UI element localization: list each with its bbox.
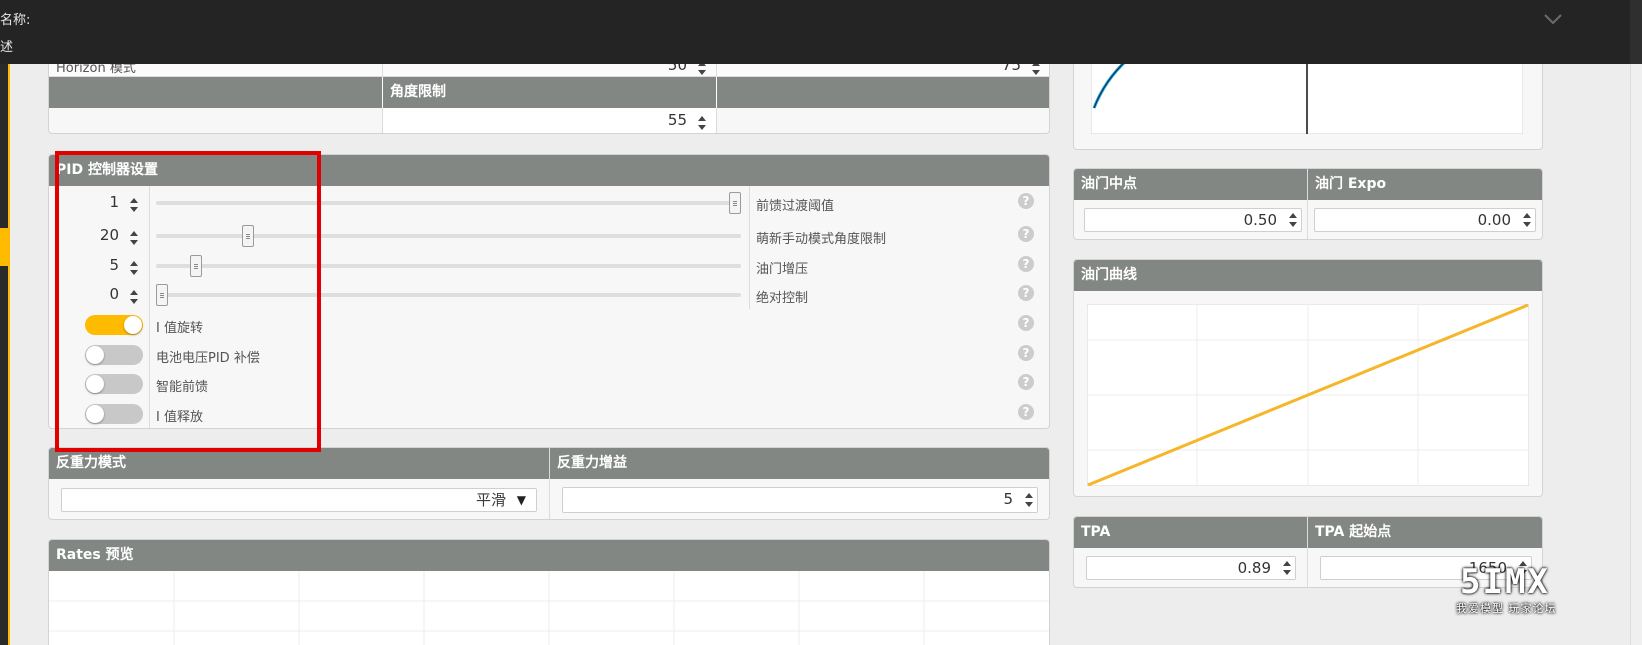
rates-preview-canvas xyxy=(49,571,1049,645)
pid-slider-label: 萌新手动模式角度限制 xyxy=(756,232,887,247)
pid-slider-label: 绝对控制 xyxy=(756,291,809,306)
throttle-mid-expo-panel: 油门中点 油门 Expo 0.50 0.00 xyxy=(1073,168,1543,240)
throttle-mid-input[interactable]: 0.50 xyxy=(1084,208,1302,232)
spin-arrows-icon[interactable] xyxy=(1288,212,1298,228)
angle-header-divider-1 xyxy=(382,77,383,108)
pid-right-divider xyxy=(749,186,750,309)
throttle-expo-value: 0.00 xyxy=(1477,211,1511,229)
spin-arrows-icon[interactable] xyxy=(1522,212,1532,228)
help-icon[interactable]: ? xyxy=(1018,374,1034,390)
name-label: 名称: xyxy=(0,13,31,28)
help-icon[interactable]: ? xyxy=(1018,345,1034,361)
nav-active-indicator[interactable] xyxy=(0,228,10,266)
tpa-divider xyxy=(1307,517,1308,587)
help-icon[interactable]: ? xyxy=(1018,256,1034,272)
pid-slider-thumb[interactable] xyxy=(729,192,741,214)
spin-arrows-icon[interactable] xyxy=(1024,492,1034,508)
rates-preview-panel: Rates 预览 xyxy=(48,539,1050,645)
antigravity-panel: 反重力模式 反重力增益 平滑 ▼ 5 xyxy=(48,447,1050,520)
description-label: 述 xyxy=(0,40,14,55)
dropdown-arrow-icon[interactable]: ▼ xyxy=(517,489,526,511)
angle-limit-input[interactable]: 55 xyxy=(609,111,706,130)
antigravity-gain-input[interactable]: 5 xyxy=(562,487,1038,513)
pid-slider-label: 油门增压 xyxy=(756,262,809,277)
help-icon[interactable]: ? xyxy=(1018,404,1034,420)
watermark-logo: 5IMX xyxy=(1460,562,1550,602)
throttle-curve-chart xyxy=(1087,304,1529,486)
help-icon[interactable]: ? xyxy=(1018,193,1034,209)
highlight-box xyxy=(55,151,321,452)
left-nav xyxy=(0,64,10,645)
top-scrollbar[interactable] xyxy=(1630,0,1642,64)
antigravity-mode-header: 反重力模式 xyxy=(49,448,549,479)
chevron-down-icon[interactable] xyxy=(1542,8,1564,30)
antigravity-divider xyxy=(549,448,550,519)
antigravity-gain-header: 反重力增益 xyxy=(550,448,1049,479)
top-bar: 名称: 述 xyxy=(0,0,1642,64)
throttle-expo-input[interactable]: 0.00 xyxy=(1314,208,1536,232)
tpa-header: TPA xyxy=(1074,517,1307,548)
spin-arrows-icon[interactable] xyxy=(697,115,707,131)
tpa-input[interactable]: 0.89 xyxy=(1086,556,1296,580)
tpa-value: 0.89 xyxy=(1237,559,1271,577)
page-scrollbar[interactable] xyxy=(1630,64,1642,645)
spin-arrows-icon[interactable] xyxy=(1282,560,1292,576)
tpa-breakpoint-header: TPA 起始点 xyxy=(1308,517,1542,548)
watermark-tagline: 我爱模型 玩家论坛 xyxy=(1456,602,1557,615)
rates-preview-grid xyxy=(49,571,1049,645)
help-icon[interactable]: ? xyxy=(1018,285,1034,301)
antigravity-gain-value: 5 xyxy=(1003,490,1013,508)
antigravity-mode-value: 平滑 xyxy=(475,491,506,509)
throttle-mid-value: 0.50 xyxy=(1243,211,1277,229)
antigravity-mode-select[interactable]: 平滑 ▼ xyxy=(61,488,537,512)
throttle-curve-panel: 油门曲线 xyxy=(1073,259,1543,497)
throttle-mid-header: 油门中点 xyxy=(1074,169,1307,200)
angle-header-row xyxy=(49,77,1049,108)
angle-header-divider-2 xyxy=(716,77,717,108)
throttle-divider xyxy=(1307,169,1308,239)
throttle-expo-header: 油门 Expo xyxy=(1308,169,1542,200)
help-icon[interactable]: ? xyxy=(1018,315,1034,331)
pid-slider-label: 前馈过渡阈值 xyxy=(756,199,835,214)
angle-limit-header: 角度限制 xyxy=(390,84,446,100)
rates-preview-title: Rates 预览 xyxy=(49,540,1049,571)
help-icon[interactable]: ? xyxy=(1018,226,1034,242)
angle-limit-text: 55 xyxy=(667,111,687,129)
throttle-curve-title: 油门曲线 xyxy=(1074,260,1542,291)
site-watermark: 5IMX 我爱模型 玩家论坛 xyxy=(1452,560,1632,640)
